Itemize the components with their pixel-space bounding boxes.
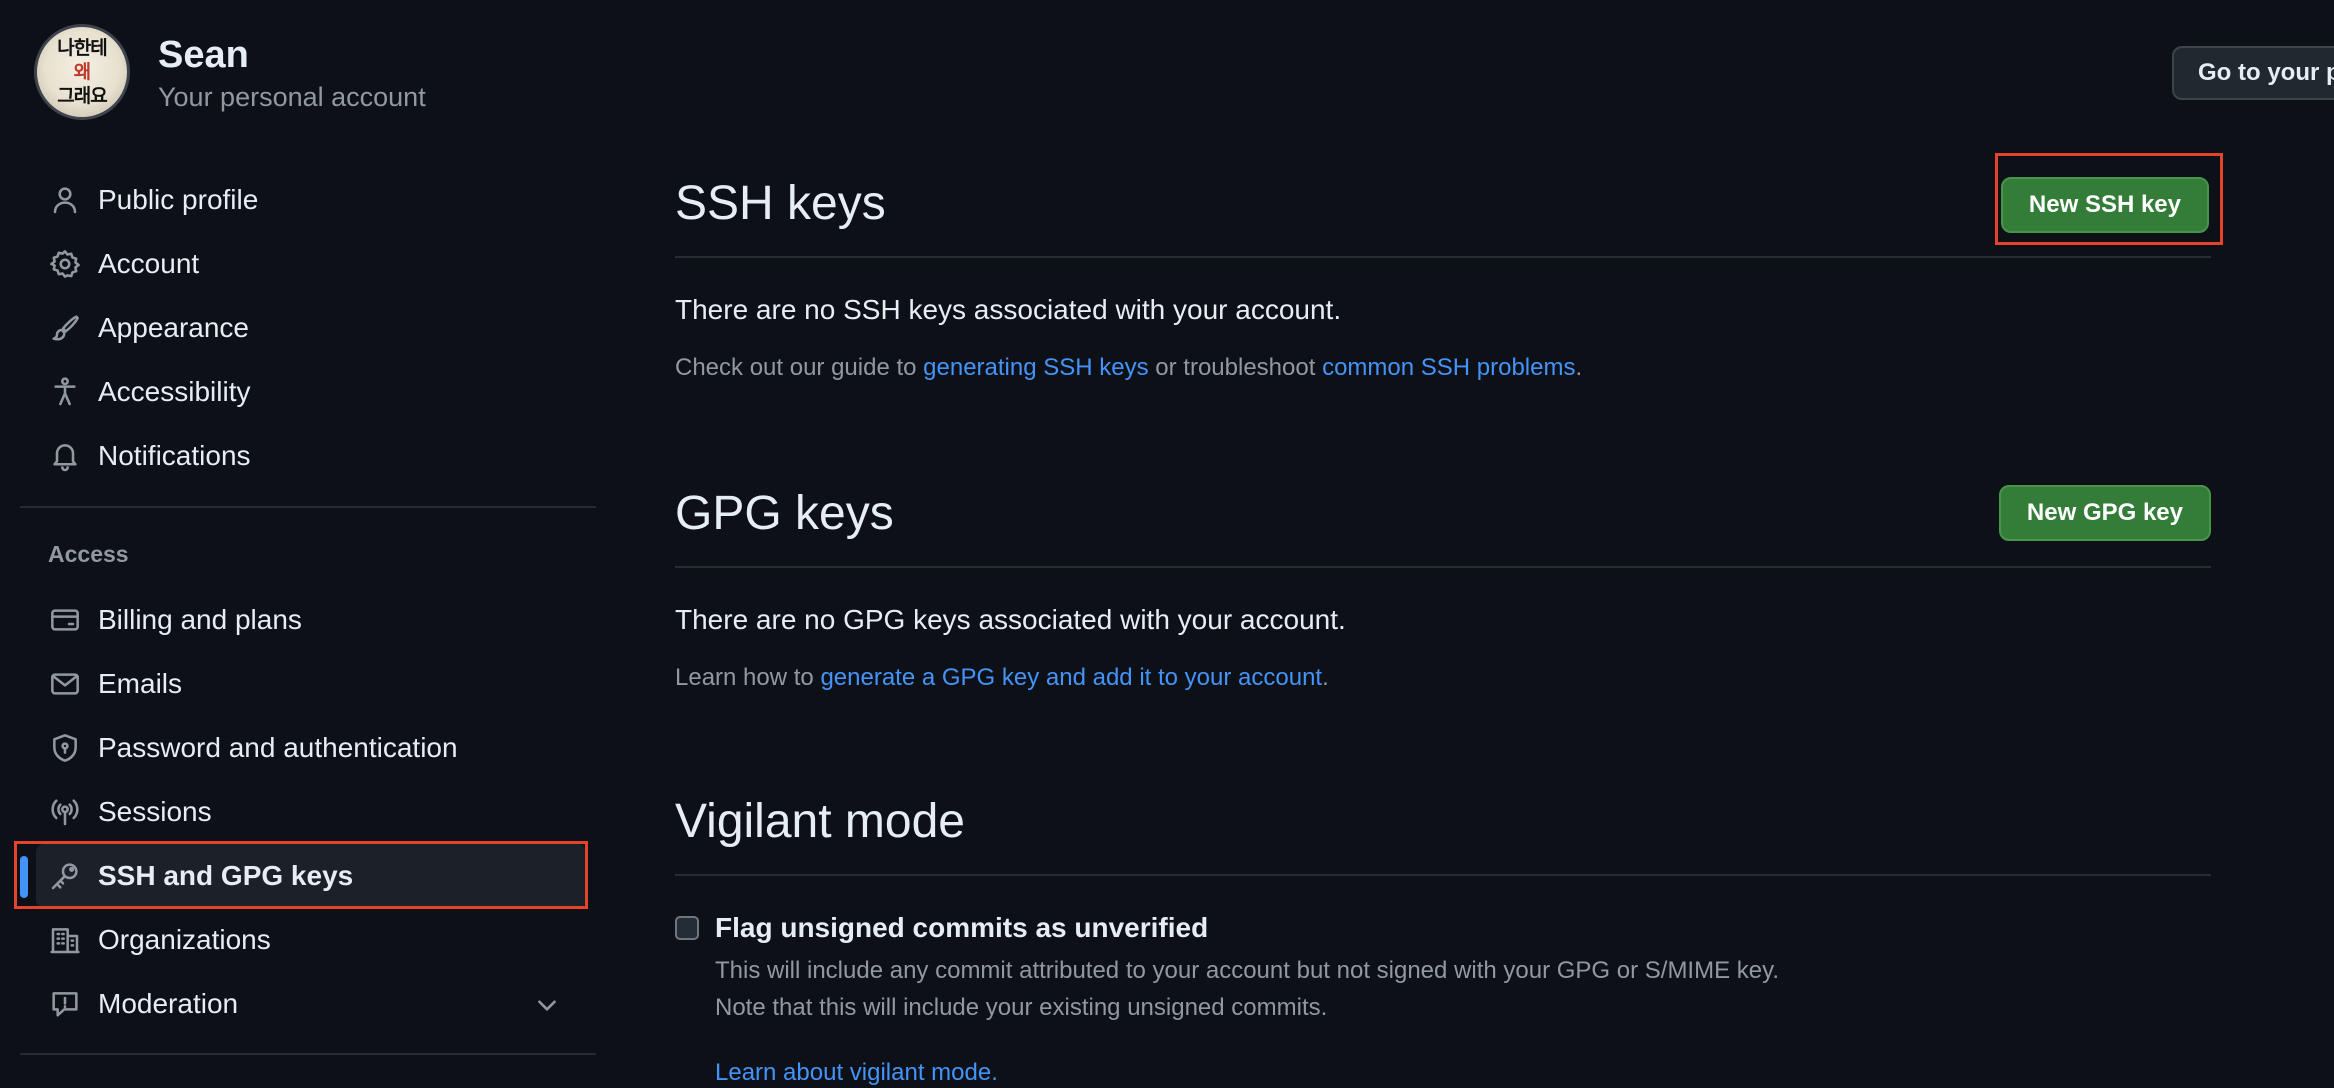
sidebar-item-moderation[interactable]: Moderation	[20, 972, 596, 1036]
main-content: SSH keys New SSH key There are no SSH ke…	[675, 150, 2211, 1087]
ssh-keys-title: SSH keys	[675, 176, 886, 230]
go-to-profile-button[interactable]: Go to your p	[2172, 46, 2334, 100]
sidebar-item-label: Moderation	[98, 988, 239, 1019]
gpg-empty-message: There are no GPG keys associated with yo…	[675, 604, 1346, 635]
sidebar-item-account[interactable]: Account	[20, 232, 596, 296]
new-gpg-key-button[interactable]: New GPG key	[1998, 485, 2211, 541]
avatar[interactable]: 나한테 왜 그래요	[34, 24, 130, 120]
avatar-image: 나한테 왜 그래요	[57, 36, 107, 108]
account-subtitle: Your personal account	[158, 81, 426, 112]
sidebar-item-label: Account	[98, 248, 200, 279]
flag-unsigned-commits-checkbox[interactable]	[675, 916, 699, 940]
organization-icon	[48, 923, 82, 957]
ssh-guide-text: Check out our guide to generating SSH ke…	[675, 354, 2211, 382]
shield-lock-icon	[48, 731, 82, 765]
sidebar-item-accessibility[interactable]: Accessibility	[20, 360, 596, 424]
sidebar-divider	[20, 506, 596, 508]
avatar-text-line: 나한테	[57, 37, 107, 59]
learn-vigilant-mode-link[interactable]: Learn about vigilant mode.	[715, 1059, 998, 1087]
settings-page: 나한테 왜 그래요 Sean Your personal account Go …	[0, 0, 2334, 1088]
account-header-text: Sean Your personal account	[158, 32, 426, 113]
paintbrush-icon	[48, 311, 82, 345]
sidebar-item-password-auth[interactable]: Password and authentication	[20, 716, 596, 780]
sidebar-item-label: Billing and plans	[98, 604, 302, 635]
gpg-guide-text: Learn how to generate a GPG key and add …	[675, 664, 2211, 692]
accessibility-icon	[48, 375, 82, 409]
sidebar-item-organizations[interactable]: Organizations	[20, 908, 596, 972]
description-line: This will include any commit attributed …	[715, 957, 1780, 984]
avatar-text-line: 그래요	[57, 85, 107, 107]
broadcast-icon	[48, 795, 82, 829]
user-name[interactable]: Sean	[158, 32, 426, 78]
vigilant-mode-description: This will include any commit attributed …	[715, 952, 2211, 1026]
common-ssh-problems-link[interactable]: common SSH problems	[1322, 354, 1575, 381]
sidebar-item-label: Notifications	[98, 440, 251, 471]
sidebar-item-ssh-gpg-keys[interactable]: SSH and GPG keys	[20, 844, 586, 908]
credit-card-icon	[48, 603, 82, 637]
sidebar-item-label: Organizations	[98, 924, 271, 955]
gpg-keys-title: GPG keys	[675, 486, 894, 540]
guide-text: .	[1575, 354, 1583, 381]
ssh-keys-section: SSH keys New SSH key There are no SSH ke…	[675, 150, 2211, 382]
vigilant-mode-option: Flag unsigned commits as unverified	[675, 912, 2211, 944]
bell-icon	[48, 439, 82, 473]
sidebar-divider	[20, 1053, 596, 1055]
guide-text: Learn how to	[675, 664, 821, 691]
generating-ssh-keys-link[interactable]: generating SSH keys	[923, 354, 1148, 381]
vigilant-mode-header: Vigilant mode	[675, 768, 2211, 876]
mail-icon	[48, 667, 82, 701]
sidebar-item-label: Accessibility	[98, 376, 251, 407]
sidebar-item-sessions[interactable]: Sessions	[20, 780, 596, 844]
guide-text: Check out our guide to	[675, 354, 924, 381]
sidebar-item-public-profile[interactable]: Public profile	[20, 168, 596, 232]
vigilant-mode-title: Vigilant mode	[675, 794, 965, 848]
sidebar-item-notifications[interactable]: Notifications	[20, 424, 596, 488]
sidebar-section-access: Access	[48, 540, 129, 567]
gpg-keys-header: GPG keys New GPG key	[675, 460, 2211, 568]
key-icon	[48, 859, 82, 893]
sidebar-item-appearance[interactable]: Appearance	[20, 296, 596, 360]
ssh-empty-message: There are no SSH keys associated with yo…	[675, 294, 1342, 325]
ssh-keys-header: SSH keys New SSH key	[675, 150, 2211, 258]
report-icon	[48, 987, 82, 1021]
guide-text: .	[1322, 664, 1329, 691]
avatar-text-line: 왜	[73, 61, 91, 83]
gear-icon	[48, 247, 82, 281]
sidebar-item-label: Emails	[98, 668, 183, 699]
flag-unsigned-commits-label[interactable]: Flag unsigned commits as unverified	[715, 912, 1208, 944]
person-icon	[48, 183, 82, 217]
account-header: 나한테 왜 그래요 Sean Your personal account	[34, 22, 426, 122]
sidebar-item-label: Password and authentication	[98, 732, 458, 763]
sidebar-item-label: SSH and GPG keys	[98, 860, 354, 891]
sidebar-item-label: Appearance	[98, 312, 250, 343]
sidebar-item-emails[interactable]: Emails	[20, 652, 596, 716]
new-ssh-key-button[interactable]: New SSH key	[2000, 177, 2209, 233]
description-line: Note that this will include your existin…	[715, 994, 1328, 1021]
sidebar-item-billing[interactable]: Billing and plans	[20, 588, 596, 652]
guide-text: or troubleshoot	[1148, 354, 1323, 381]
sidebar-item-label: Public profile	[98, 184, 259, 215]
vigilant-mode-section: Vigilant mode Flag unsigned commits as u…	[675, 768, 2211, 1087]
generate-gpg-key-link[interactable]: generate a GPG key and add it to your ac…	[820, 664, 1322, 691]
chevron-down-icon[interactable]	[534, 992, 560, 1018]
sidebar-item-label: Sessions	[98, 796, 212, 827]
gpg-keys-section: GPG keys New GPG key There are no GPG ke…	[675, 460, 2211, 692]
settings-sidebar: Public profile Account Appearance Access…	[20, 168, 596, 1036]
